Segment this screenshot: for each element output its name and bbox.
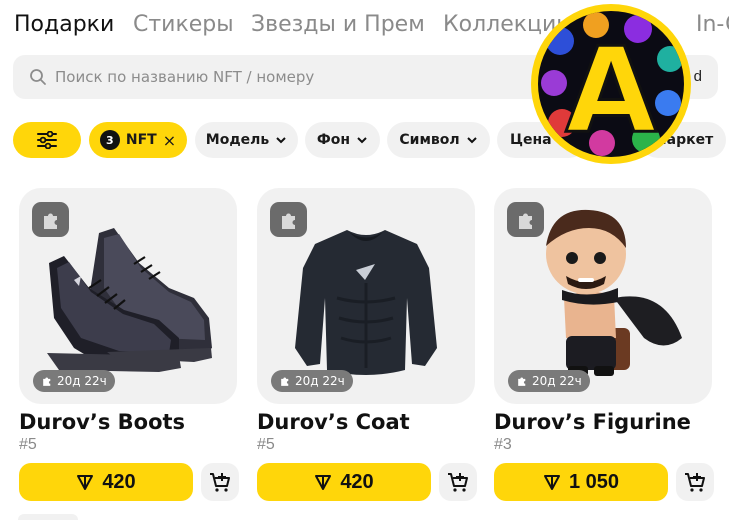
price-label: 420 [102,470,136,493]
channel-logo: A [531,4,691,164]
buy-button[interactable]: 420 [19,463,193,501]
filter-model-label: Модель [205,132,270,148]
buy-button[interactable]: 420 [257,463,431,501]
tab-in-game[interactable]: In-G [696,12,729,37]
active-filter-nft[interactable]: 3 NFT × [89,122,187,158]
timer-text: 20д 22ч [295,374,345,388]
gift-card[interactable]: 20д 22ч Durov’s Figurine #3 1 050 [494,188,714,501]
next-card-peek [18,514,78,520]
filter-symbol-label: Символ [399,132,460,148]
puzzle-icon [518,377,526,386]
puzzle-icon [270,202,307,237]
tab-stickers[interactable]: Стикеры [133,12,234,37]
buy-button[interactable]: 1 050 [494,463,668,501]
tab-stars-premium[interactable]: Звезды и Прем [251,12,425,37]
ton-icon [543,475,560,490]
gift-name: Durov’s Boots [19,410,186,434]
timer-text: 20д 22ч [57,374,107,388]
filter-count-badge: 3 [99,130,120,150]
svg-text:A: A [565,21,656,157]
search-trailing-text: d [693,68,702,85]
add-to-cart-button[interactable] [676,463,714,501]
sliders-icon [37,131,57,149]
gift-number: #3 [494,436,512,453]
puzzle-icon [43,377,51,386]
gift-card[interactable]: 20д 22ч Durov’s Coat #5 420 [257,188,477,501]
chevron-down-icon [276,137,286,144]
filter-settings-button[interactable] [13,122,81,158]
price-label: 420 [340,470,374,493]
filter-model[interactable]: Модель [195,122,298,158]
time-remaining-badge: 20д 22ч [271,370,353,392]
logo-background: A [538,11,684,157]
logo-letter: A [564,20,658,158]
search-icon [30,69,46,85]
tab-gifts[interactable]: Подарки [14,12,114,37]
filter-background[interactable]: Фон [305,122,380,158]
active-filter-label: NFT [125,132,157,148]
add-to-cart-button[interactable] [439,463,477,501]
timer-text: 20д 22ч [532,374,582,388]
puzzle-icon [281,377,289,386]
gift-number: #5 [19,436,37,453]
time-remaining-badge: 20д 22ч [508,370,590,392]
filter-background-label: Фон [316,132,351,148]
clear-filter-icon[interactable]: × [163,131,176,150]
chevron-down-icon [466,137,477,144]
puzzle-icon [32,202,69,237]
cart-plus-icon [448,473,468,492]
ton-icon [77,475,94,490]
ton-icon [315,475,332,490]
search-placeholder: Поиск по названию NFT / номеру [55,68,315,86]
cart-plus-icon [210,473,230,492]
add-to-cart-button[interactable] [201,463,239,501]
cart-plus-icon [685,473,705,492]
price-label: 1 050 [568,470,620,493]
time-remaining-badge: 20д 22ч [33,370,115,392]
gift-image-frame[interactable]: 20д 22ч [257,188,475,404]
filter-symbol[interactable]: Символ [387,122,490,158]
chevron-down-icon [357,137,367,144]
gift-name: Durov’s Coat [257,410,410,434]
gift-image-frame[interactable]: 20д 22ч [494,188,712,404]
gift-image-frame[interactable]: 20д 22ч [19,188,237,404]
gift-name: Durov’s Figurine [494,410,691,434]
gift-number: #5 [257,436,275,453]
puzzle-icon [507,202,544,237]
gift-card[interactable]: 20д 22ч Durov’s Boots #5 420 [19,188,239,501]
